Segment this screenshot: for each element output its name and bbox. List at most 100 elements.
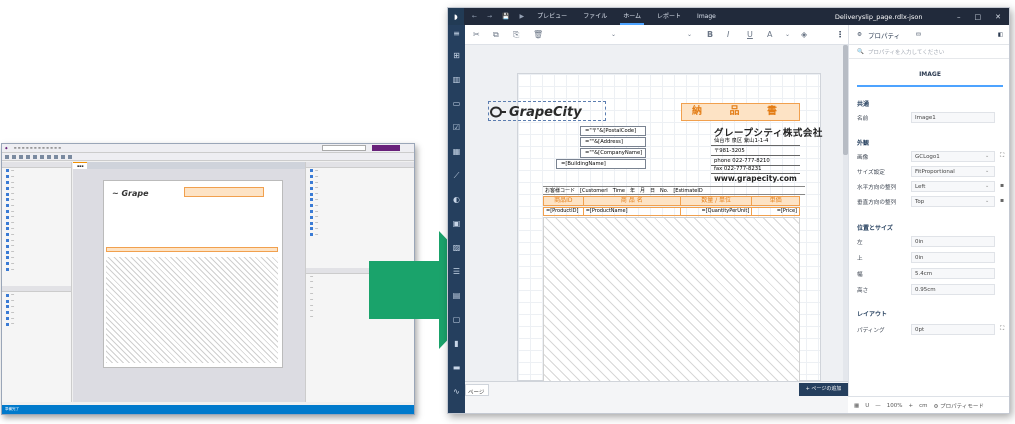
shape-icon[interactable]: ◐ bbox=[452, 195, 461, 204]
image-select[interactable]: GCLogo1 bbox=[911, 151, 995, 162]
fill-icon[interactable]: ◈ bbox=[801, 30, 807, 39]
sizing-select[interactable]: FitProportional bbox=[911, 166, 995, 177]
font-color-icon[interactable]: A bbox=[767, 30, 772, 39]
vs-brand-badge bbox=[372, 145, 400, 151]
property-search-placeholder: プロパティを入力してください bbox=[867, 49, 945, 56]
container-icon[interactable]: ▣ bbox=[452, 219, 461, 228]
textbox-icon[interactable]: ▭ bbox=[452, 99, 461, 108]
name-input[interactable]: Image1 bbox=[911, 112, 995, 123]
unit-selector[interactable]: cm bbox=[919, 403, 927, 409]
undo-icon[interactable]: ← bbox=[472, 13, 477, 20]
add-page-button[interactable]: + ページの追加 bbox=[799, 383, 848, 396]
property-mode-button[interactable]: ⚙ プロパティモード bbox=[933, 402, 983, 410]
valign-label: 垂直方向の整列 bbox=[857, 200, 897, 206]
preview-button[interactable]: プレビュー bbox=[534, 8, 570, 25]
database-icon[interactable]: ⛁ bbox=[916, 32, 921, 38]
fax-line[interactable]: fax 022-777-8231 bbox=[711, 164, 800, 174]
page-tab-1[interactable]: ページ1 bbox=[465, 384, 489, 402]
chart-icon[interactable]: ▮ bbox=[452, 339, 461, 348]
property-search-input[interactable]: 🔍 プロパティを入力してください bbox=[849, 45, 1009, 59]
designer-topbar: ◗ ← → 💾 ▶ プレビュー ファイル ホーム レポート Image Deli… bbox=[448, 8, 1009, 25]
size-dropdown-icon[interactable]: ⌄ bbox=[687, 31, 692, 38]
valign-dropdown-icon[interactable]: ⌄ bbox=[985, 198, 989, 204]
underline-button[interactable]: U bbox=[747, 30, 753, 39]
halign-extra-icon[interactable]: ▪ bbox=[1000, 182, 1004, 189]
vs-designer-area: ▪▪▪ ~ Grape bbox=[73, 162, 305, 402]
properties-tab[interactable]: プロパティ bbox=[868, 30, 900, 40]
no-label: No. bbox=[660, 188, 669, 194]
height-input[interactable]: 0.95cm bbox=[911, 284, 995, 295]
zoom-in-button[interactable]: + bbox=[908, 403, 913, 409]
padding-expand-icon[interactable]: ⛶ bbox=[1000, 325, 1004, 333]
field-building-name[interactable]: =[BuildingName] bbox=[556, 159, 646, 169]
zoom-out-button[interactable]: — bbox=[875, 403, 881, 409]
font-dropdown-icon[interactable]: ⌄ bbox=[611, 31, 616, 38]
bandlist-icon[interactable]: ▬ bbox=[452, 363, 461, 372]
selection-outline bbox=[488, 101, 606, 121]
menu-icon[interactable]: ≡ bbox=[452, 29, 461, 38]
redo-icon[interactable]: → bbox=[487, 13, 492, 20]
field-postal-code[interactable]: ="〒"&[PostalCode] bbox=[580, 126, 646, 136]
tree-icon[interactable]: ⊞ bbox=[452, 51, 461, 60]
cell-price: =[Price] bbox=[776, 208, 797, 214]
valign-select[interactable]: Top bbox=[911, 196, 995, 207]
tab-report[interactable]: レポート bbox=[654, 8, 684, 25]
customer-info-row[interactable]: お客様コード [CustomerI Time 年 月 日 No. [Estima… bbox=[543, 186, 805, 195]
properties-gear-icon[interactable]: ⚙ bbox=[857, 32, 862, 38]
grid-toggle-icon[interactable]: ▦ bbox=[854, 403, 859, 409]
more-icon[interactable]: ⋮ bbox=[836, 30, 844, 39]
table-icon[interactable]: ▦ bbox=[452, 147, 461, 156]
toolbox-sidebar: ≡ ⊞ ▥ ▭ ☑ ▦ ⟋ ◐ ▣ ▨ ☰ ▤ ▢ ▮ ▬ ∿ bbox=[448, 25, 465, 413]
top-input[interactable]: 0in bbox=[911, 252, 995, 263]
website[interactable]: www.grapecity.com bbox=[714, 174, 797, 183]
report-logo-image[interactable]: GrapeCity bbox=[488, 101, 610, 121]
unused-area-hatch bbox=[543, 217, 800, 396]
table-header-row[interactable]: 商品ID 商 品 名 数量 / 単位 単価 bbox=[543, 196, 800, 206]
color-dropdown-icon[interactable]: ⌄ bbox=[785, 31, 790, 38]
bold-button[interactable]: B bbox=[707, 30, 713, 39]
padding-input[interactable]: 0pt bbox=[911, 324, 995, 335]
address-line-2[interactable]: 〒981-3205 bbox=[711, 146, 800, 156]
vs-titlebar: ◆ ≡ ≡ ≡ ≡ ≡ ≡ ≡ ≡ ≡ ≡ ≡ ≡ bbox=[2, 144, 414, 153]
halign-dropdown-icon[interactable]: ⌄ bbox=[985, 183, 989, 189]
tab-image[interactable]: Image bbox=[694, 8, 719, 25]
field-address[interactable]: =""&[Address] bbox=[580, 137, 646, 147]
vs-menu: ≡ ≡ ≡ ≡ ≡ ≡ ≡ ≡ ≡ ≡ ≡ ≡ bbox=[13, 146, 62, 150]
maximize-button[interactable]: □ bbox=[975, 13, 982, 21]
halign-select[interactable]: Left bbox=[911, 181, 995, 192]
line-icon[interactable]: ⟋ bbox=[452, 171, 461, 180]
paste-icon[interactable]: ⎘ bbox=[513, 30, 519, 40]
left-input[interactable]: 0in bbox=[911, 236, 995, 247]
table-detail-row[interactable]: =[ProductID] =[ProductName] =[QuantityPe… bbox=[543, 207, 800, 216]
valign-extra-icon[interactable]: ▪ bbox=[1000, 197, 1004, 204]
tab-home[interactable]: ホーム bbox=[620, 8, 645, 25]
address-line-1[interactable]: 仙台市 泉区 紫山1-1-4 bbox=[711, 136, 800, 146]
image-dropdown-icon[interactable]: ⌄ bbox=[985, 153, 989, 159]
italic-button[interactable]: I bbox=[727, 30, 729, 39]
report-title[interactable]: 納 品 書 bbox=[681, 103, 800, 121]
checkbox-icon[interactable]: ☑ bbox=[452, 123, 461, 132]
field-company-name[interactable]: =""&[CompanyName] bbox=[580, 148, 646, 158]
close-button[interactable]: ✕ bbox=[995, 13, 1001, 21]
vs-search bbox=[322, 145, 366, 151]
width-input[interactable]: 5.4cm bbox=[911, 268, 995, 279]
sparkline-icon[interactable]: ∿ bbox=[452, 387, 461, 396]
copy-icon[interactable]: ⧉ bbox=[493, 30, 499, 40]
zoom-level: 100% bbox=[886, 403, 903, 409]
tab-file[interactable]: ファイル bbox=[580, 8, 610, 25]
image-expand-icon[interactable]: ⛶ bbox=[1000, 152, 1004, 160]
delete-icon[interactable]: 🗑 bbox=[533, 30, 543, 39]
play-icon[interactable]: ▶ bbox=[520, 13, 525, 20]
cut-icon[interactable]: ✂ bbox=[473, 30, 480, 39]
barcode-icon[interactable]: ▥ bbox=[452, 75, 461, 84]
panel-toggle-icon[interactable]: ◧ bbox=[998, 32, 1003, 38]
snap-toggle-icon[interactable]: U bbox=[865, 403, 869, 409]
image-icon[interactable]: ▨ bbox=[452, 243, 461, 252]
list-icon[interactable]: ☰ bbox=[452, 267, 461, 276]
save-icon[interactable]: 💾 bbox=[502, 13, 509, 20]
sizing-dropdown-icon[interactable]: ⌄ bbox=[985, 168, 989, 174]
subreport-icon[interactable]: ▢ bbox=[452, 315, 461, 324]
minimize-button[interactable]: – bbox=[957, 13, 961, 21]
cell-product-id: =[ProductID] bbox=[544, 208, 584, 215]
matrix-icon[interactable]: ▤ bbox=[452, 291, 461, 300]
